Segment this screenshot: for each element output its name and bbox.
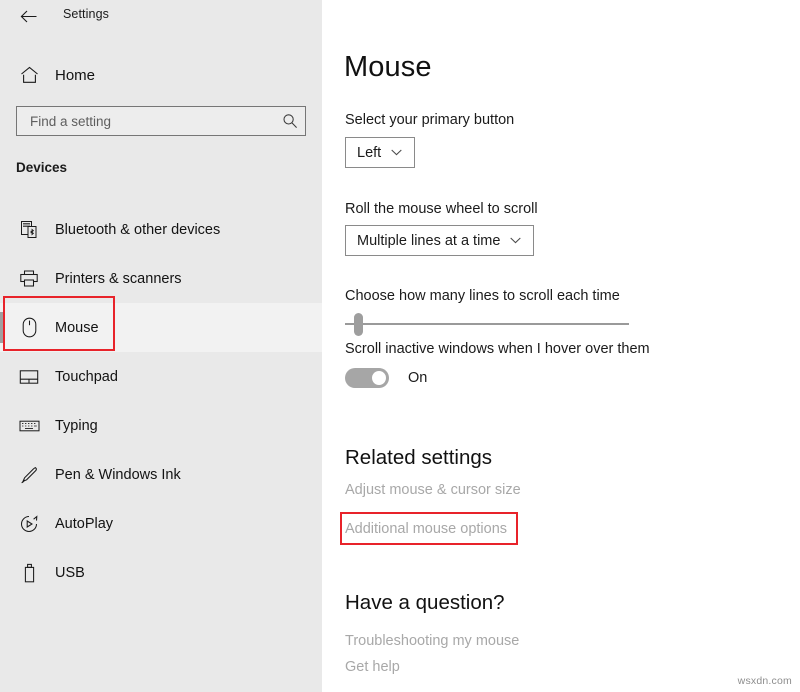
wheel-scroll-select[interactable]: Multiple lines at a time	[345, 225, 534, 256]
title-bar: Settings	[0, 0, 322, 32]
watermark: wsxdn.com	[737, 675, 792, 687]
primary-button-value: Left	[357, 144, 382, 161]
lines-to-scroll-slider[interactable]	[345, 310, 629, 338]
sidebar-nav-list: Bluetooth & other devices Printers & sca…	[0, 205, 322, 597]
sidebar-item-pen-windows-ink[interactable]: Pen & Windows Ink	[0, 450, 322, 499]
sidebar-item-typing-label: Typing	[55, 417, 98, 434]
sidebar-item-printers-scanners[interactable]: Printers & scanners	[0, 254, 322, 303]
sidebar-item-bluetooth-other-devices-label: Bluetooth & other devices	[55, 221, 221, 238]
autoplay-icon	[14, 514, 44, 534]
toggle-knob	[372, 371, 386, 385]
keyboard-icon	[14, 419, 44, 433]
main-content: Mouse Select your primary button Left Ro…	[322, 0, 800, 692]
sidebar-item-home[interactable]: Home	[14, 60, 306, 90]
sidebar-item-usb[interactable]: USB	[0, 548, 322, 597]
search-input[interactable]	[17, 108, 275, 134]
search-icon[interactable]	[275, 113, 305, 129]
bluetooth-devices-icon	[14, 220, 44, 239]
back-arrow-icon[interactable]	[14, 4, 42, 28]
link-troubleshooting-my-mouse[interactable]: Troubleshooting my mouse	[345, 633, 519, 649]
primary-button-select[interactable]: Left	[345, 137, 415, 168]
chevron-down-icon	[391, 149, 402, 156]
link-additional-mouse-options[interactable]: Additional mouse options	[345, 521, 507, 537]
sidebar-item-typing[interactable]: Typing	[0, 401, 322, 450]
related-settings-heading: Related settings	[345, 446, 493, 469]
sidebar-item-pen-windows-ink-label: Pen & Windows Ink	[55, 466, 181, 483]
sidebar-item-autoplay-label: AutoPlay	[55, 515, 114, 532]
wheel-scroll-label: Roll the mouse wheel to scroll	[345, 201, 538, 217]
link-adjust-mouse-cursor-size[interactable]: Adjust mouse & cursor size	[345, 482, 521, 498]
sidebar-item-touchpad[interactable]: Touchpad	[0, 352, 322, 401]
usb-icon	[14, 563, 44, 583]
page-title: Mouse	[344, 51, 432, 83]
sidebar-item-mouse-label: Mouse	[55, 319, 99, 336]
wheel-scroll-value: Multiple lines at a time	[357, 232, 501, 249]
home-icon	[14, 66, 44, 84]
slider-thumb[interactable]	[354, 313, 363, 336]
pen-icon	[14, 465, 44, 485]
sidebar: Settings Home Devices	[0, 0, 322, 692]
sidebar-group-title: Devices	[16, 160, 68, 175]
sidebar-item-autoplay[interactable]: AutoPlay	[0, 499, 322, 548]
mouse-icon	[14, 317, 44, 338]
settings-window: Settings Home Devices	[0, 0, 800, 692]
chevron-down-icon	[510, 237, 522, 244]
slider-track	[345, 323, 629, 325]
app-title: Settings	[63, 7, 109, 21]
sidebar-item-touchpad-label: Touchpad	[55, 368, 118, 385]
inactive-scroll-label: Scroll inactive windows when I hover ove…	[345, 341, 650, 357]
primary-button-label: Select your primary button	[345, 112, 515, 128]
sidebar-item-home-label: Home	[55, 66, 96, 84]
touchpad-icon	[14, 369, 44, 385]
sidebar-item-mouse[interactable]: Mouse	[0, 303, 322, 352]
sidebar-item-usb-label: USB	[55, 564, 85, 581]
search-box[interactable]	[16, 106, 306, 136]
inactive-scroll-toggle-row: On	[345, 366, 427, 390]
inactive-scroll-state: On	[408, 370, 428, 386]
lines-slider-label: Choose how many lines to scroll each tim…	[345, 288, 620, 304]
sidebar-item-printers-scanners-label: Printers & scanners	[55, 270, 182, 287]
sidebar-item-bluetooth-other-devices[interactable]: Bluetooth & other devices	[0, 205, 322, 254]
printer-icon	[14, 269, 44, 288]
link-get-help[interactable]: Get help	[345, 659, 400, 675]
inactive-scroll-toggle[interactable]	[345, 368, 389, 388]
have-a-question-heading: Have a question?	[345, 591, 505, 614]
